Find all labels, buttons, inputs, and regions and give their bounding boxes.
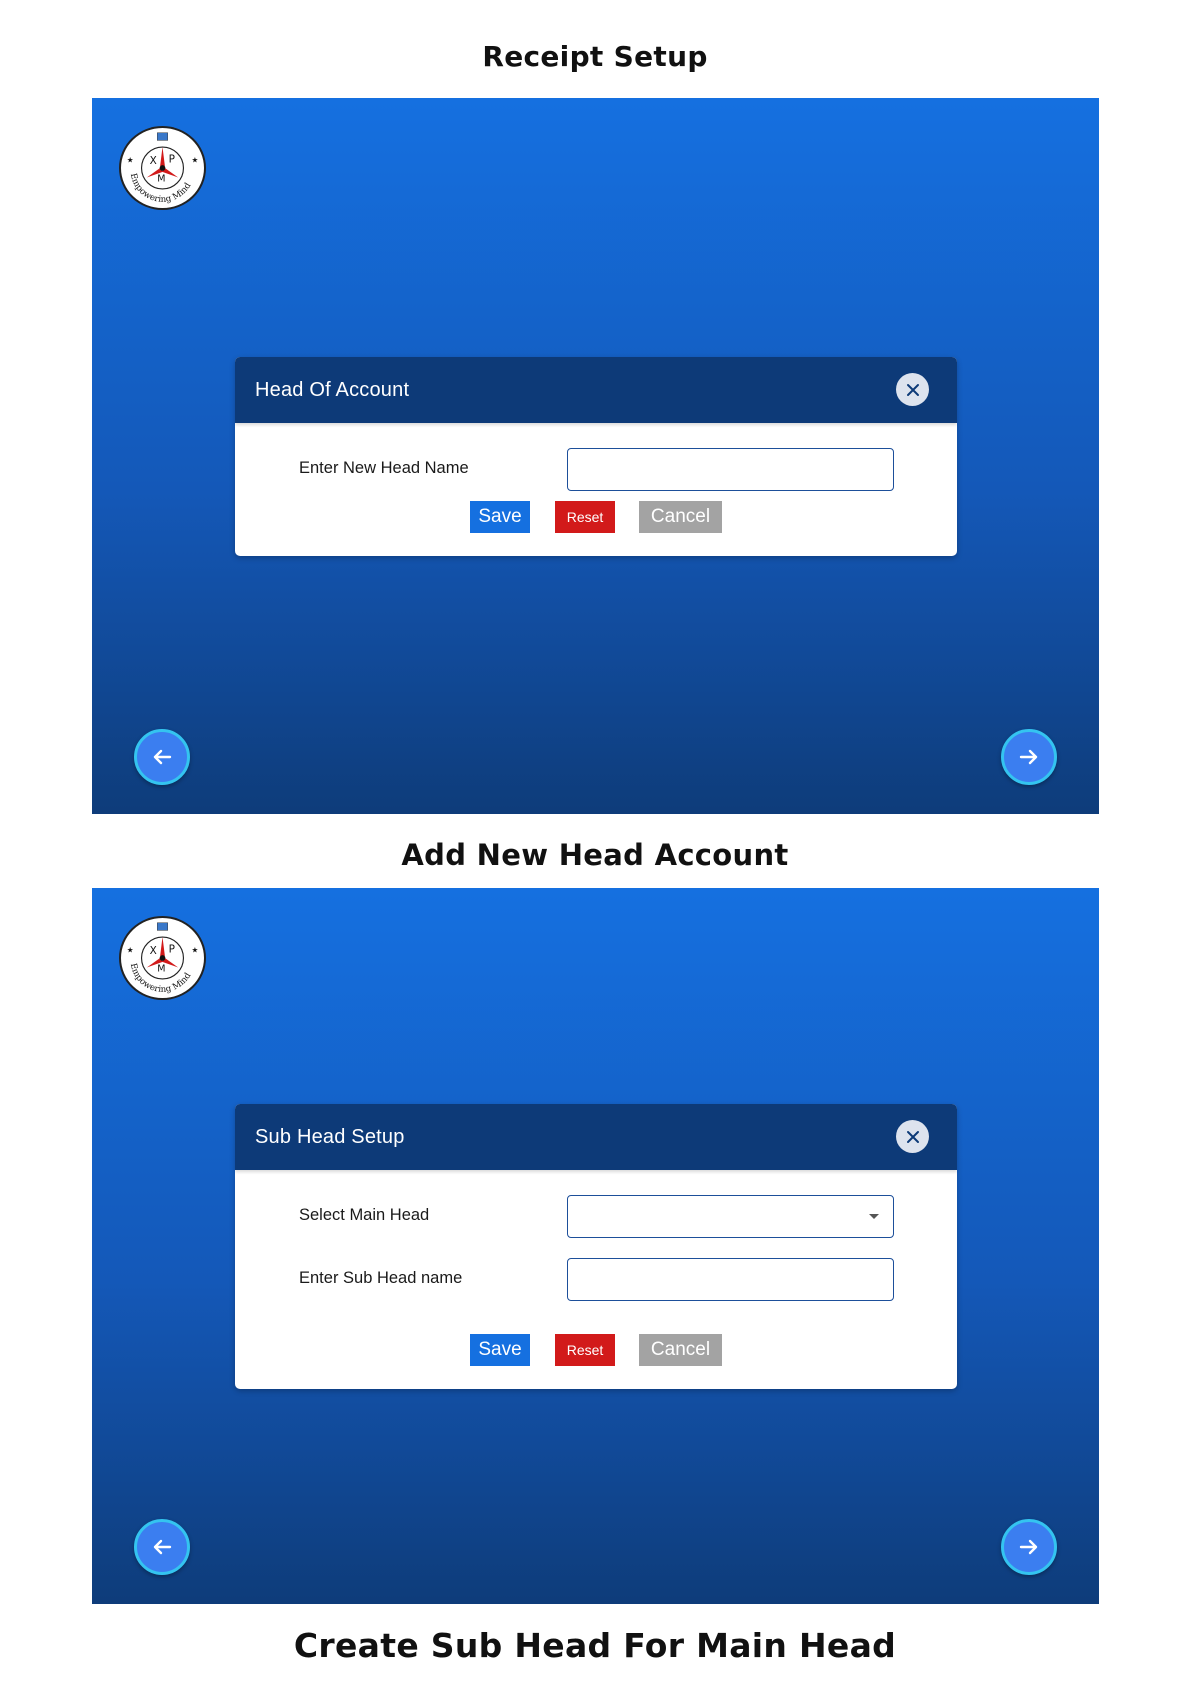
logo-emblem: X P M Empowering Mind ★ ★ bbox=[127, 132, 199, 205]
reset-button[interactable]: Reset bbox=[555, 501, 615, 533]
logo-letter-p: P bbox=[169, 943, 175, 955]
reset-button[interactable]: Reset bbox=[555, 1334, 615, 1366]
arrow-left-icon bbox=[153, 749, 172, 765]
cancel-button[interactable]: Cancel bbox=[639, 501, 722, 533]
screen-sub-head-setup: X P M Empowering Mind ★ ★ Sub Head Setup… bbox=[92, 888, 1099, 1604]
sub-head-name-label: Enter Sub Head name bbox=[299, 1269, 463, 1287]
logo-letter-p: P bbox=[169, 153, 175, 165]
close-button[interactable] bbox=[896, 373, 929, 406]
dialog-body: Select Main Head Enter Sub Head name Sav… bbox=[235, 1170, 957, 1389]
main-head-select[interactable] bbox=[567, 1195, 894, 1238]
save-button[interactable]: Save bbox=[470, 1334, 530, 1366]
dialog-body: Enter New Head Name Save Reset Cancel bbox=[235, 423, 957, 556]
logo-letter-m: M bbox=[157, 963, 165, 974]
arrow-right-icon bbox=[1019, 1539, 1038, 1555]
logo-letter-x: X bbox=[150, 155, 157, 167]
save-button[interactable]: Save bbox=[470, 501, 530, 533]
svg-text:★: ★ bbox=[192, 155, 199, 164]
next-button[interactable] bbox=[1001, 1519, 1057, 1575]
head-of-account-dialog: Head Of Account Enter New Head Name Save… bbox=[235, 357, 957, 556]
close-button[interactable] bbox=[896, 1120, 929, 1153]
dialog-header: Head Of Account bbox=[235, 357, 957, 423]
svg-text:★: ★ bbox=[192, 945, 199, 954]
dialog-title: Sub Head Setup bbox=[255, 1125, 405, 1148]
arrow-left-icon bbox=[153, 1539, 172, 1555]
caption-create-sub-head: Create Sub Head For Main Head bbox=[293, 1626, 897, 1665]
dialog-title: Head Of Account bbox=[255, 378, 410, 401]
caption-receipt-setup: Receipt Setup bbox=[482, 40, 708, 73]
caption-add-new-head-account: Add New Head Account bbox=[401, 838, 789, 872]
logo-letter-m: M bbox=[157, 173, 165, 184]
screen-head-of-account: X P M Empowering Mind ★ ★ Head Of Accoun… bbox=[92, 98, 1099, 814]
svg-text:★: ★ bbox=[127, 945, 134, 954]
previous-button[interactable] bbox=[134, 1519, 190, 1575]
cancel-button[interactable]: Cancel bbox=[639, 1334, 722, 1366]
dialog-header: Sub Head Setup bbox=[235, 1104, 957, 1170]
new-head-name-input[interactable] bbox=[567, 448, 894, 491]
svg-text:★: ★ bbox=[127, 155, 134, 164]
new-head-name-label: Enter New Head Name bbox=[299, 459, 469, 477]
previous-button[interactable] bbox=[134, 729, 190, 785]
select-main-head-label: Select Main Head bbox=[299, 1206, 430, 1224]
logo-letter-x: X bbox=[150, 945, 157, 957]
sub-head-setup-dialog: Sub Head Setup Select Main Head Enter Su… bbox=[235, 1104, 957, 1389]
arrow-right-icon bbox=[1019, 749, 1038, 765]
xpm-logo: X P M Empowering Mind ★ ★ bbox=[119, 126, 206, 210]
xpm-logo: X P M Empowering Mind ★ ★ bbox=[119, 916, 206, 1000]
logo-emblem: X P M Empowering Mind ★ ★ bbox=[127, 922, 199, 995]
next-button[interactable] bbox=[1001, 729, 1057, 785]
chevron-down-icon bbox=[869, 1214, 879, 1219]
close-icon bbox=[906, 383, 919, 396]
close-icon bbox=[906, 1130, 919, 1143]
sub-head-name-input[interactable] bbox=[567, 1258, 894, 1301]
